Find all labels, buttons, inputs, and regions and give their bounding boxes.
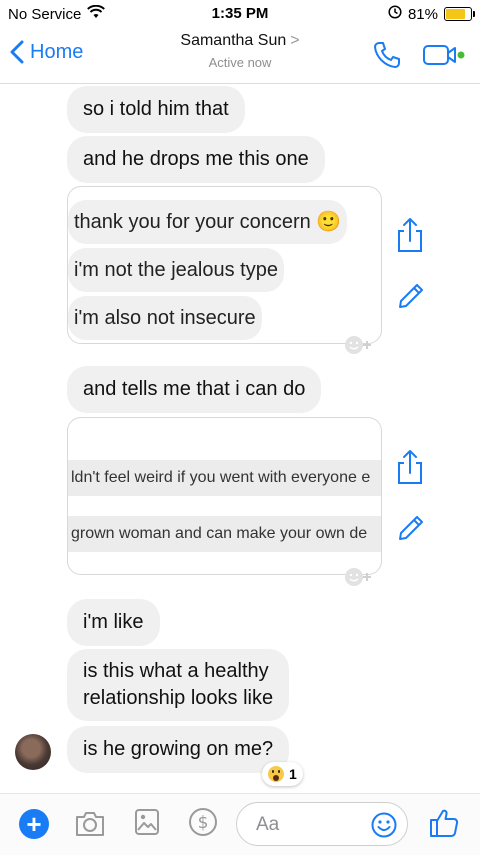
conversation-header: Home Samantha Sun > Active now	[0, 28, 480, 84]
phone-icon	[374, 42, 400, 68]
svg-text:$: $	[198, 813, 209, 833]
wow-reaction-icon	[268, 766, 284, 782]
image-text-line: thank you for your concern 🙂	[68, 200, 348, 244]
input-placeholder: Aa	[256, 814, 280, 835]
call-button[interactable]	[372, 40, 402, 75]
emoji-icon[interactable]	[371, 812, 397, 838]
contact-name: Samantha Sun	[180, 32, 287, 49]
plus-icon[interactable]: +	[19, 809, 49, 839]
video-call-button[interactable]	[422, 43, 466, 72]
battery-icon	[444, 7, 475, 21]
image-text-line: i'm also not insecure	[68, 296, 262, 340]
message-bubble[interactable]: and he drops me this one	[67, 136, 325, 183]
pencil-icon[interactable]	[396, 513, 426, 543]
status-bar: No Service 1:35 PM 81%	[0, 0, 480, 28]
image-text-line: grown woman and can make your own de	[68, 516, 381, 552]
active-status: Active now	[208, 55, 272, 70]
avatar[interactable]	[15, 734, 51, 770]
battery-percent: 81%	[407, 5, 438, 23]
add-reaction-icon[interactable]	[343, 335, 373, 355]
share-icon[interactable]	[395, 449, 425, 485]
message-bubble[interactable]: so i told him that	[67, 86, 245, 133]
add-reaction-icon[interactable]	[343, 567, 373, 587]
composer-bar: + $ Aa	[0, 793, 480, 855]
message-input[interactable]: Aa	[236, 802, 408, 846]
dollar-icon[interactable]: $	[188, 807, 218, 837]
message-bubble[interactable]: is he growing on me?	[67, 726, 290, 773]
message-bubble[interactable]: i'm like	[67, 599, 160, 646]
message-bubble[interactable]: is this what a healthy relationship look…	[67, 649, 290, 721]
share-icon[interactable]	[395, 217, 425, 253]
shared-image-card[interactable]: ldn't feel weird if you went with everyo…	[67, 417, 382, 575]
video-icon	[423, 45, 465, 65]
shared-image-card[interactable]: thank you for your concern 🙂 i'm not the…	[67, 186, 382, 344]
message-line: relationship looks like	[83, 687, 274, 709]
camera-icon[interactable]	[74, 808, 106, 838]
image-icon[interactable]	[133, 807, 161, 837]
pencil-icon[interactable]	[396, 281, 426, 311]
contact-info[interactable]: Samantha Sun > Active now	[0, 32, 480, 70]
message-thread[interactable]: so i told him that and he drops me this …	[0, 85, 480, 790]
image-text-line: ldn't feel weird if you went with everyo…	[68, 460, 381, 496]
reaction-count: 1	[289, 766, 297, 782]
reaction-badge[interactable]: 1	[262, 762, 303, 786]
message-line: is this what a healthy	[83, 660, 269, 682]
message-bubble[interactable]: and tells me that i can do	[67, 366, 322, 413]
chevron-right-icon: >	[290, 32, 300, 49]
alarm-icon	[388, 5, 402, 23]
thumbs-up-icon[interactable]	[428, 807, 460, 839]
image-text-line: i'm not the jealous type	[68, 248, 284, 292]
